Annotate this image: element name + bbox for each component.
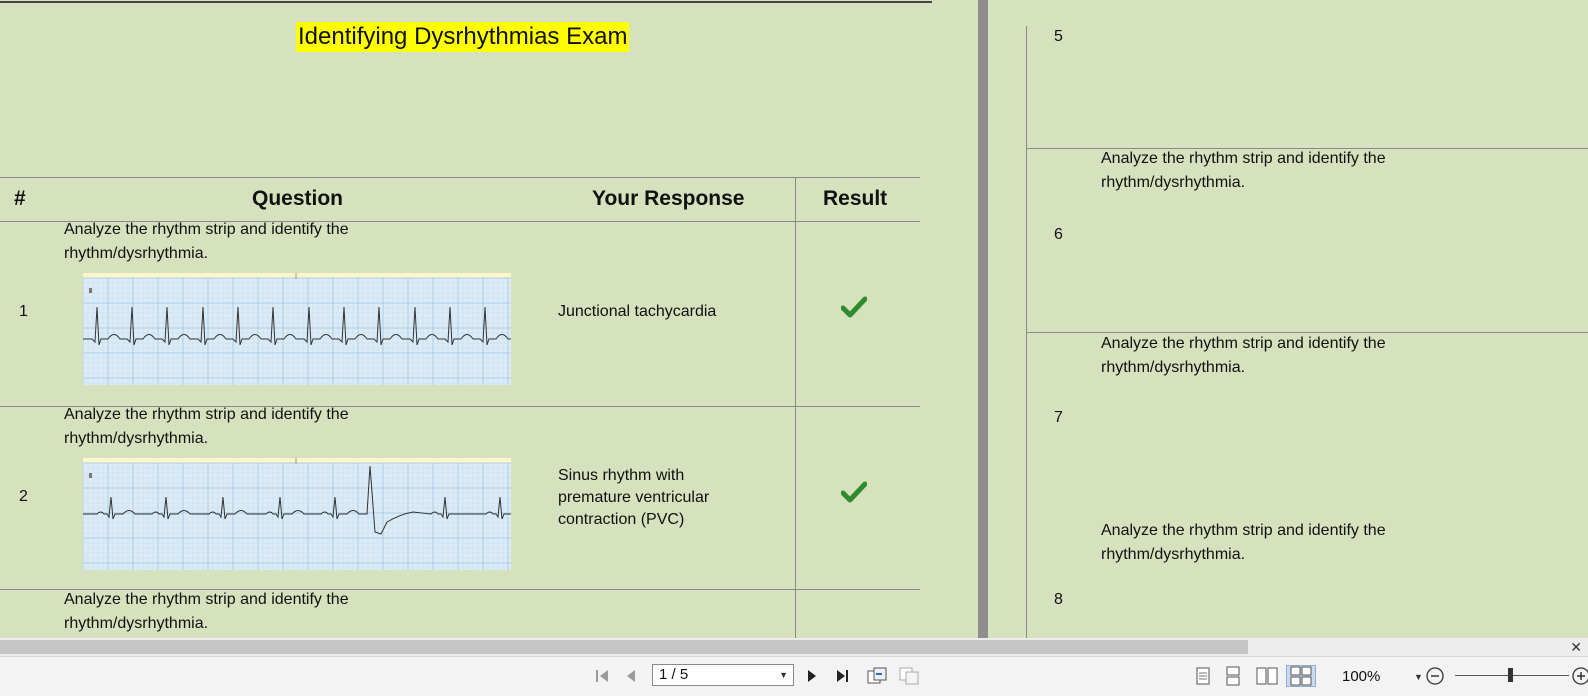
next-page-icon[interactable] xyxy=(801,665,823,687)
page-separator xyxy=(978,0,988,638)
header-question: Question xyxy=(252,187,344,210)
question-text: Analyze the rhythm strip and identify th… xyxy=(1101,522,1386,563)
result-column-divider xyxy=(795,177,796,638)
next-view-icon[interactable] xyxy=(898,665,920,687)
ecg-rhythm-strip xyxy=(83,273,511,385)
table-top-border xyxy=(0,177,920,178)
correct-check-icon xyxy=(841,296,867,318)
zoom-out-icon[interactable] xyxy=(1424,665,1446,687)
question-number: 5 xyxy=(1054,28,1063,45)
header-result: Result xyxy=(823,187,888,210)
question-number: 2 xyxy=(19,488,28,505)
zoom-level[interactable]: 100% xyxy=(1342,667,1380,687)
horizontal-scrollbar[interactable]: ✕ xyxy=(0,638,1588,656)
last-page-icon[interactable] xyxy=(832,665,854,687)
question-text: Analyze the rhythm strip and identify th… xyxy=(64,591,349,632)
header-number: # xyxy=(14,187,26,210)
single-page-icon[interactable] xyxy=(1192,665,1214,687)
question-number: 8 xyxy=(1054,591,1063,608)
question-number: 1 xyxy=(19,303,28,320)
question-number: 7 xyxy=(1054,409,1063,426)
question-text: Analyze the rhythm strip and identify th… xyxy=(1101,150,1386,191)
previous-page-icon[interactable] xyxy=(620,665,642,687)
close-icon[interactable]: ✕ xyxy=(1570,638,1582,656)
question-number: 6 xyxy=(1054,226,1063,243)
page-number-select[interactable]: 1 / 5 ▼ xyxy=(652,664,794,686)
zoom-in-icon[interactable] xyxy=(1570,665,1588,687)
ecg-rhythm-strip xyxy=(83,458,511,570)
response-text: Junctional tachycardia xyxy=(558,303,717,320)
exam-title: Identifying Dysrhythmias Exam xyxy=(296,22,630,52)
question-text: Analyze the rhythm strip and identify th… xyxy=(64,406,349,447)
document-page-left: Identifying Dysrhythmias Exam # Question… xyxy=(0,0,978,638)
viewer-toolbar: 1 / 5 ▼ 100% ▼ xyxy=(0,656,1588,696)
correct-check-icon xyxy=(841,481,867,503)
previous-view-icon[interactable] xyxy=(866,665,888,687)
two-page-icon[interactable] xyxy=(1256,665,1278,687)
question-text: Analyze the rhythm strip and identify th… xyxy=(1101,335,1386,376)
chevron-down-icon: ▼ xyxy=(779,670,788,680)
top-rule xyxy=(0,1,932,3)
continuous-icon[interactable] xyxy=(1222,665,1244,687)
first-page-icon[interactable] xyxy=(592,665,614,687)
response-text: Sinus rhythm with premature ventricular … xyxy=(558,467,710,528)
chevron-down-icon[interactable]: ▼ xyxy=(1414,667,1423,687)
scrollbar-thumb[interactable] xyxy=(0,640,1248,654)
zoom-slider-thumb[interactable] xyxy=(1508,668,1513,682)
two-page-continuous-icon[interactable] xyxy=(1286,665,1316,687)
document-page-right: 5 Analyze the rhythm strip and identify … xyxy=(988,0,1588,638)
header-response: Your Response xyxy=(592,187,745,210)
question-text: Analyze the rhythm strip and identify th… xyxy=(64,221,349,262)
